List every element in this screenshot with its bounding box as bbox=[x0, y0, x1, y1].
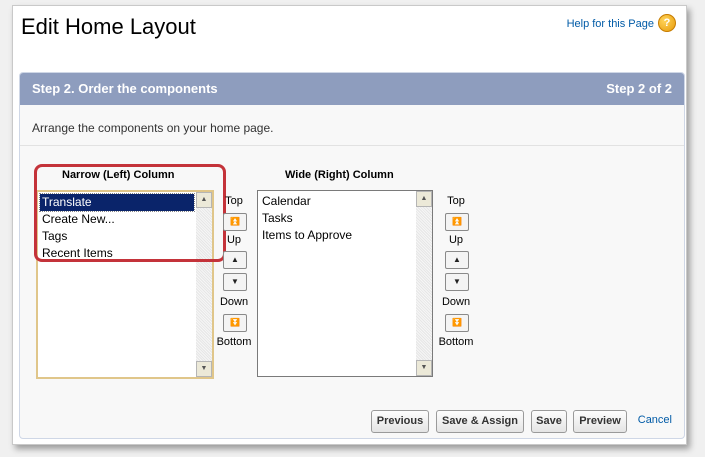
save-assign-button[interactable]: Save & Assign bbox=[436, 410, 524, 433]
wide-bottom-label: Bottom bbox=[438, 336, 474, 348]
narrow-top-label: Top bbox=[225, 195, 243, 207]
instructions-text: Arrange the components on your home page… bbox=[32, 121, 274, 135]
wide-move-down-button[interactable]: ▼ bbox=[445, 273, 469, 291]
wide-down-label: Down bbox=[441, 296, 471, 308]
narrow-bottom-label: Bottom bbox=[216, 336, 252, 348]
wide-column-label: Wide (Right) Column bbox=[285, 169, 394, 181]
wide-scrollbar[interactable]: ▲ ▼ bbox=[416, 191, 432, 376]
preview-button[interactable]: Preview bbox=[573, 410, 627, 433]
scroll-down-icon[interactable]: ▼ bbox=[416, 360, 432, 376]
previous-button[interactable]: Previous bbox=[371, 410, 429, 433]
list-item[interactable]: Items to Approve bbox=[260, 227, 414, 244]
step-panel: Step 2. Order the components Step 2 of 2… bbox=[19, 72, 685, 439]
wide-column-listbox[interactable]: Calendar Tasks Items to Approve ▲ ▼ bbox=[257, 190, 433, 377]
scroll-down-icon[interactable]: ▼ bbox=[196, 361, 212, 377]
wide-move-top-button[interactable]: ⏫ bbox=[445, 213, 469, 231]
step-count: Step 2 of 2 bbox=[606, 81, 672, 96]
scroll-up-icon[interactable]: ▲ bbox=[416, 191, 432, 207]
wide-move-up-button[interactable]: ▲ bbox=[445, 251, 469, 269]
edit-home-layout-window: Edit Home Layout Help for this Page ? St… bbox=[12, 5, 687, 445]
step-title: Step 2. Order the components bbox=[32, 81, 218, 96]
narrow-move-up-button[interactable]: ▲ bbox=[223, 251, 247, 269]
help-question-icon[interactable]: ? bbox=[658, 14, 676, 32]
narrow-move-top-button[interactable]: ⏫ bbox=[223, 213, 247, 231]
list-item[interactable]: Tasks bbox=[260, 210, 414, 227]
wide-top-label: Top bbox=[447, 195, 465, 207]
narrow-down-label: Down bbox=[219, 296, 249, 308]
step-header: Step 2. Order the components Step 2 of 2 bbox=[20, 73, 684, 105]
narrow-move-down-button[interactable]: ▼ bbox=[223, 273, 247, 291]
narrow-column-highlight bbox=[34, 164, 226, 262]
help-link[interactable]: Help for this Page bbox=[567, 18, 654, 30]
list-item[interactable]: Calendar bbox=[260, 193, 414, 210]
save-button[interactable]: Save bbox=[531, 410, 567, 433]
wide-move-bottom-button[interactable]: ⏬ bbox=[445, 314, 469, 332]
wide-column-items: Calendar Tasks Items to Approve bbox=[260, 193, 414, 244]
wide-up-label: Up bbox=[448, 234, 464, 246]
cancel-link[interactable]: Cancel bbox=[638, 414, 672, 426]
divider bbox=[20, 145, 684, 146]
page-title: Edit Home Layout bbox=[21, 14, 196, 39]
narrow-move-bottom-button[interactable]: ⏬ bbox=[223, 314, 247, 332]
narrow-up-label: Up bbox=[226, 234, 242, 246]
